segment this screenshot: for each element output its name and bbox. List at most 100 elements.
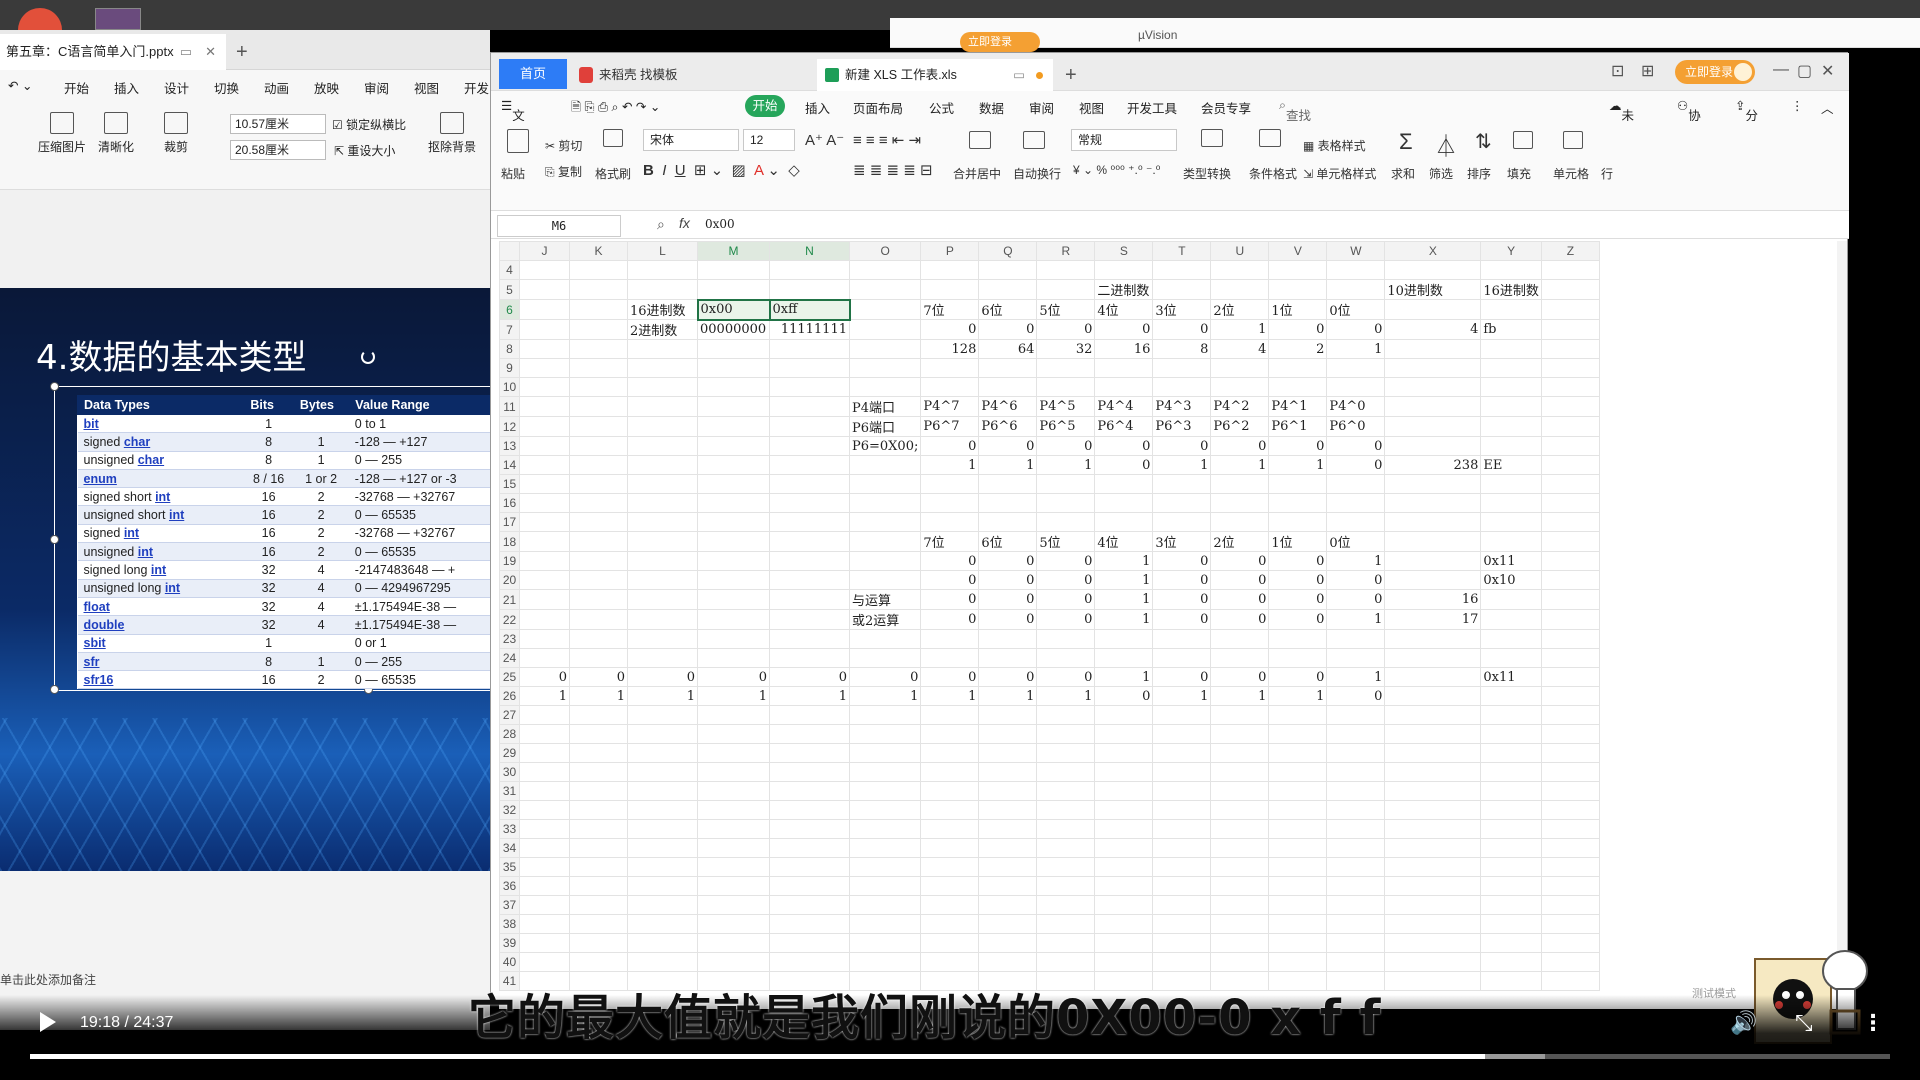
cell-M22[interactable] <box>697 609 770 630</box>
cell-R20[interactable]: 0 <box>1036 570 1096 590</box>
column-header-X[interactable]: X <box>1384 241 1482 261</box>
cell-M5[interactable] <box>697 279 770 300</box>
cell-K35[interactable] <box>569 857 628 877</box>
undo-icon[interactable]: ↶ ⌄ <box>8 78 32 93</box>
fullscreen-exit-icon[interactable]: ⤡ <box>1795 1010 1813 1036</box>
cell-O39[interactable] <box>848 933 922 953</box>
cell-O13[interactable]: P6=0X00; <box>848 436 922 456</box>
cell-V13[interactable]: 0 <box>1268 436 1328 456</box>
cell-N8[interactable] <box>769 339 850 359</box>
cell-S28[interactable] <box>1094 724 1154 744</box>
cell-W24[interactable] <box>1326 648 1386 668</box>
cell-N14[interactable] <box>769 455 850 475</box>
cell-R15[interactable] <box>1036 474 1096 494</box>
cell-T5[interactable] <box>1152 279 1212 300</box>
slide[interactable]: 4.数据的基本类型 Data Types Bits Bytes Value Ra… <box>0 288 497 871</box>
cell-O6[interactable] <box>848 299 922 320</box>
cell-X18[interactable] <box>1384 531 1482 552</box>
cell-T27[interactable] <box>1152 705 1212 725</box>
cell-button[interactable]: 单元格 <box>1553 165 1589 182</box>
table-style-button[interactable]: ▦ 表格样式 <box>1303 137 1366 154</box>
cell-L35[interactable] <box>627 857 698 877</box>
cell-Y28[interactable] <box>1480 724 1542 744</box>
font-style-icons[interactable]: B I U ⊞ ⌄ ▨ A ⌄ ◇ <box>643 161 800 179</box>
cell-O29[interactable] <box>848 743 922 763</box>
conditional-format-button[interactable]: 条件格式 <box>1249 165 1297 182</box>
pin-icon[interactable]: ▭ <box>180 34 192 70</box>
cell-N30[interactable] <box>769 762 850 782</box>
cell-P38[interactable] <box>920 914 980 934</box>
cell-V4[interactable] <box>1268 260 1328 280</box>
menu-formula[interactable]: 公式 <box>929 98 954 117</box>
cell-K32[interactable] <box>569 800 628 820</box>
cell-K40[interactable] <box>569 952 628 972</box>
cell-K22[interactable] <box>569 609 628 630</box>
cell-N27[interactable] <box>769 705 850 725</box>
cell-J37[interactable] <box>519 895 570 915</box>
cell-X35[interactable] <box>1384 857 1482 877</box>
cell-M11[interactable] <box>697 396 770 417</box>
cell-P12[interactable]: P6^7 <box>920 416 980 437</box>
cell-Y33[interactable] <box>1480 819 1542 839</box>
cell-Z39[interactable] <box>1540 933 1600 953</box>
cell-P30[interactable] <box>920 762 980 782</box>
cell-V7[interactable]: 0 <box>1268 319 1328 340</box>
cell-X28[interactable] <box>1384 724 1482 744</box>
cell-Y19[interactable]: 0x11 <box>1480 551 1542 571</box>
cell-T8[interactable]: 8 <box>1152 339 1212 359</box>
cell-X26[interactable] <box>1384 686 1482 706</box>
cell-Z40[interactable] <box>1540 952 1600 972</box>
cell-L27[interactable] <box>627 705 698 725</box>
cell-S12[interactable]: P6^4 <box>1094 416 1154 437</box>
cell-P37[interactable] <box>920 895 980 915</box>
cell-J21[interactable] <box>519 589 570 610</box>
cell-style-button[interactable]: ⇲ 单元格样式 <box>1303 165 1376 182</box>
number-format-select[interactable]: 常规 <box>1071 129 1177 151</box>
cell-U33[interactable] <box>1210 819 1270 839</box>
new-tab-button[interactable]: + <box>236 34 260 70</box>
cell-M30[interactable] <box>697 762 770 782</box>
menu-data[interactable]: 数据 <box>979 98 1004 117</box>
height-input[interactable]: 20.58厘米 <box>230 140 326 160</box>
cell-Q24[interactable] <box>978 648 1038 668</box>
cell-O12[interactable]: P6端口 <box>848 416 922 437</box>
cell-T20[interactable]: 0 <box>1152 570 1212 590</box>
cell-R34[interactable] <box>1036 838 1096 858</box>
cell-M34[interactable] <box>697 838 770 858</box>
cell-Z24[interactable] <box>1540 648 1600 668</box>
cell-J13[interactable] <box>519 436 570 456</box>
cell-O21[interactable]: 与运算 <box>848 589 922 610</box>
play-icon[interactable] <box>40 1012 56 1032</box>
cell-L9[interactable] <box>627 358 698 378</box>
cell-W38[interactable] <box>1326 914 1386 934</box>
reset-size-button[interactable]: ⇱ 重设大小 <box>334 142 395 159</box>
row-header[interactable]: 32 <box>499 800 520 820</box>
row-col-button[interactable]: 行 <box>1601 165 1613 182</box>
cell-T40[interactable] <box>1152 952 1212 972</box>
cell-R19[interactable]: 0 <box>1036 551 1096 571</box>
cell-L30[interactable] <box>627 762 698 782</box>
cell-R4[interactable] <box>1036 260 1096 280</box>
cell-R21[interactable]: 0 <box>1036 589 1096 610</box>
cell-P6[interactable]: 7位 <box>920 299 980 320</box>
cell-Y10[interactable] <box>1480 377 1542 397</box>
cell-W4[interactable] <box>1326 260 1386 280</box>
cell-T26[interactable]: 1 <box>1152 686 1212 706</box>
row-header[interactable]: 36 <box>499 876 520 896</box>
cell-P40[interactable] <box>920 952 980 972</box>
cell-T16[interactable] <box>1152 493 1212 513</box>
cell-N11[interactable] <box>769 396 850 417</box>
cell-Z27[interactable] <box>1540 705 1600 725</box>
vertical-scrollbar[interactable] <box>1837 241 1847 1011</box>
cell-U13[interactable]: 0 <box>1210 436 1270 456</box>
column-header-V[interactable]: V <box>1268 241 1328 261</box>
cell-Z13[interactable] <box>1540 436 1600 456</box>
merge-button[interactable]: 合并居中 <box>953 165 1001 182</box>
cell-L38[interactable] <box>627 914 698 934</box>
cell-P17[interactable] <box>920 512 980 532</box>
cell-U40[interactable] <box>1210 952 1270 972</box>
cell-L34[interactable] <box>627 838 698 858</box>
cell-K6[interactable] <box>569 299 628 320</box>
row-header[interactable]: 10 <box>499 377 520 397</box>
conditional-format-icon[interactable] <box>1259 129 1281 147</box>
